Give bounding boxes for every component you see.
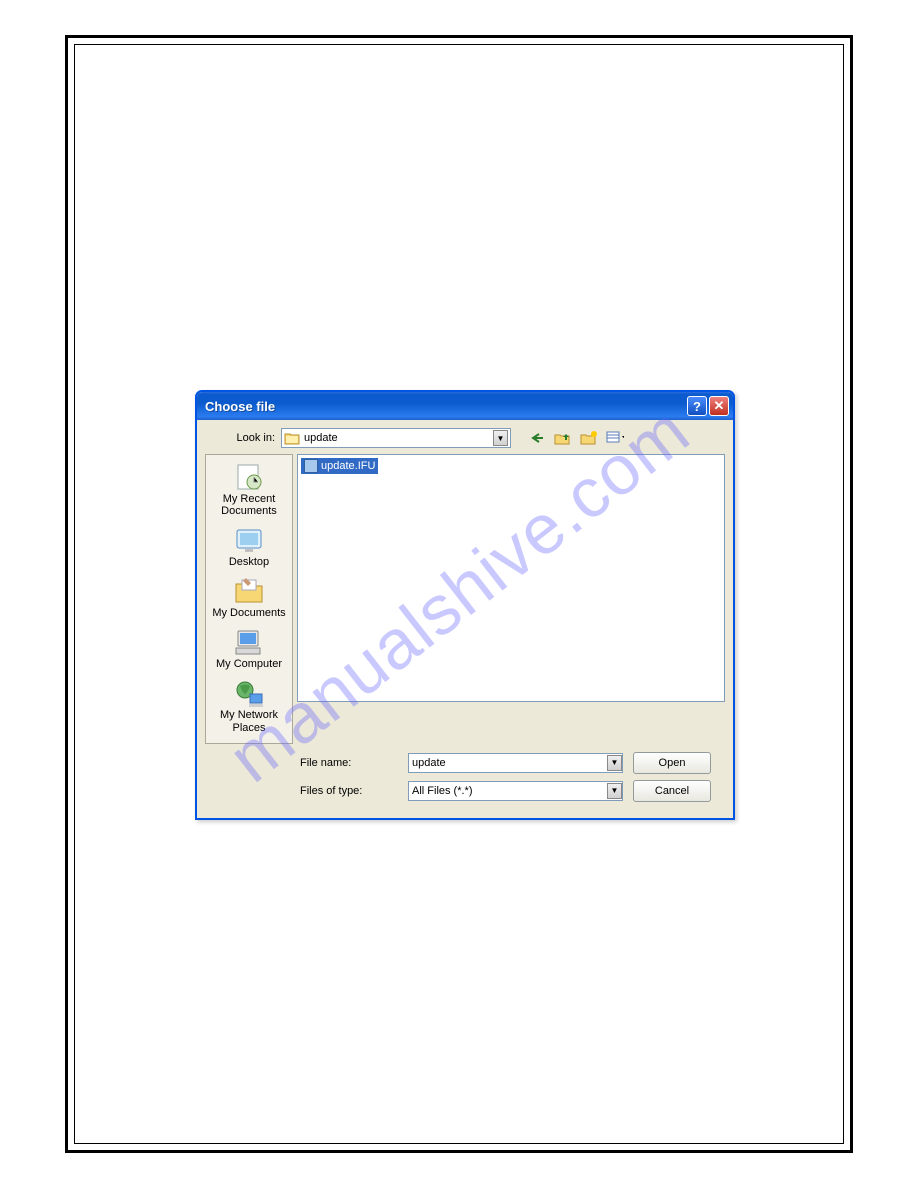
place-network-places[interactable]: My Network Places <box>209 675 289 738</box>
cancel-button[interactable]: Cancel <box>633 780 711 802</box>
filetype-dropdown-arrow[interactable]: ▼ <box>607 783 622 799</box>
network-places-icon <box>232 678 266 708</box>
filetype-row: Files of type: ▼ Cancel <box>205 780 725 802</box>
back-button[interactable] <box>527 428 547 448</box>
close-button[interactable]: ✕ <box>709 396 729 416</box>
filename-combo[interactable]: ▼ <box>408 753 623 773</box>
place-my-documents[interactable]: My Documents <box>209 573 289 624</box>
help-button[interactable]: ? <box>687 396 707 416</box>
file-list-area[interactable]: update.IFU <box>297 454 725 702</box>
up-one-level-button[interactable] <box>553 428 573 448</box>
places-bar: My Recent Documents Desktop My Documents… <box>205 454 293 744</box>
folder-icon <box>284 431 300 445</box>
lookin-dropdown[interactable]: update ▼ <box>281 428 511 448</box>
open-button[interactable]: Open <box>633 752 711 774</box>
filename-row: File name: ▼ Open <box>205 752 725 774</box>
nav-toolbar <box>527 428 625 448</box>
lookin-row: Look in: update ▼ <box>205 428 725 448</box>
filename-input[interactable] <box>409 754 607 772</box>
place-label: My Network Places <box>220 709 278 733</box>
dialog-body: Look in: update ▼ <box>197 420 733 818</box>
new-folder-icon <box>580 430 598 446</box>
my-documents-icon <box>232 576 266 606</box>
lookin-value: update <box>304 432 493 444</box>
file-icon <box>304 459 318 473</box>
lookin-label: Look in: <box>205 432 275 444</box>
help-icon: ? <box>693 399 701 414</box>
place-my-computer[interactable]: My Computer <box>209 624 289 675</box>
filename-dropdown-arrow[interactable]: ▼ <box>607 755 622 771</box>
choose-file-dialog: Choose file ? ✕ Look in: update ▼ <box>195 390 735 820</box>
place-label: My Computer <box>216 658 282 670</box>
file-item-selected[interactable]: update.IFU <box>301 458 378 474</box>
back-arrow-icon <box>529 432 545 444</box>
place-label: Desktop <box>229 556 269 568</box>
my-computer-icon <box>232 627 266 657</box>
dialog-title: Choose file <box>205 399 685 414</box>
place-recent-documents[interactable]: My Recent Documents <box>209 459 289 522</box>
up-folder-icon <box>554 430 572 446</box>
file-name: update.IFU <box>321 460 375 472</box>
title-bar[interactable]: Choose file ? ✕ <box>197 392 733 420</box>
filetype-combo[interactable]: ▼ <box>408 781 623 801</box>
filetype-input[interactable] <box>409 782 607 800</box>
filename-label: File name: <box>300 757 398 769</box>
new-folder-button[interactable] <box>579 428 599 448</box>
filetype-label: Files of type: <box>300 785 398 797</box>
place-label: My Recent Documents <box>221 493 277 517</box>
place-label: My Documents <box>212 607 285 619</box>
recent-documents-icon <box>232 462 266 492</box>
lookin-dropdown-arrow[interactable]: ▼ <box>493 430 508 446</box>
desktop-icon <box>232 525 266 555</box>
close-icon: ✕ <box>714 398 725 414</box>
bottom-rows: File name: ▼ Open Files of type: ▼ Cance… <box>205 752 725 802</box>
place-desktop[interactable]: Desktop <box>209 522 289 573</box>
middle-area: My Recent Documents Desktop My Documents… <box>205 454 725 744</box>
view-menu-button[interactable] <box>605 428 625 448</box>
view-icon <box>606 431 624 445</box>
